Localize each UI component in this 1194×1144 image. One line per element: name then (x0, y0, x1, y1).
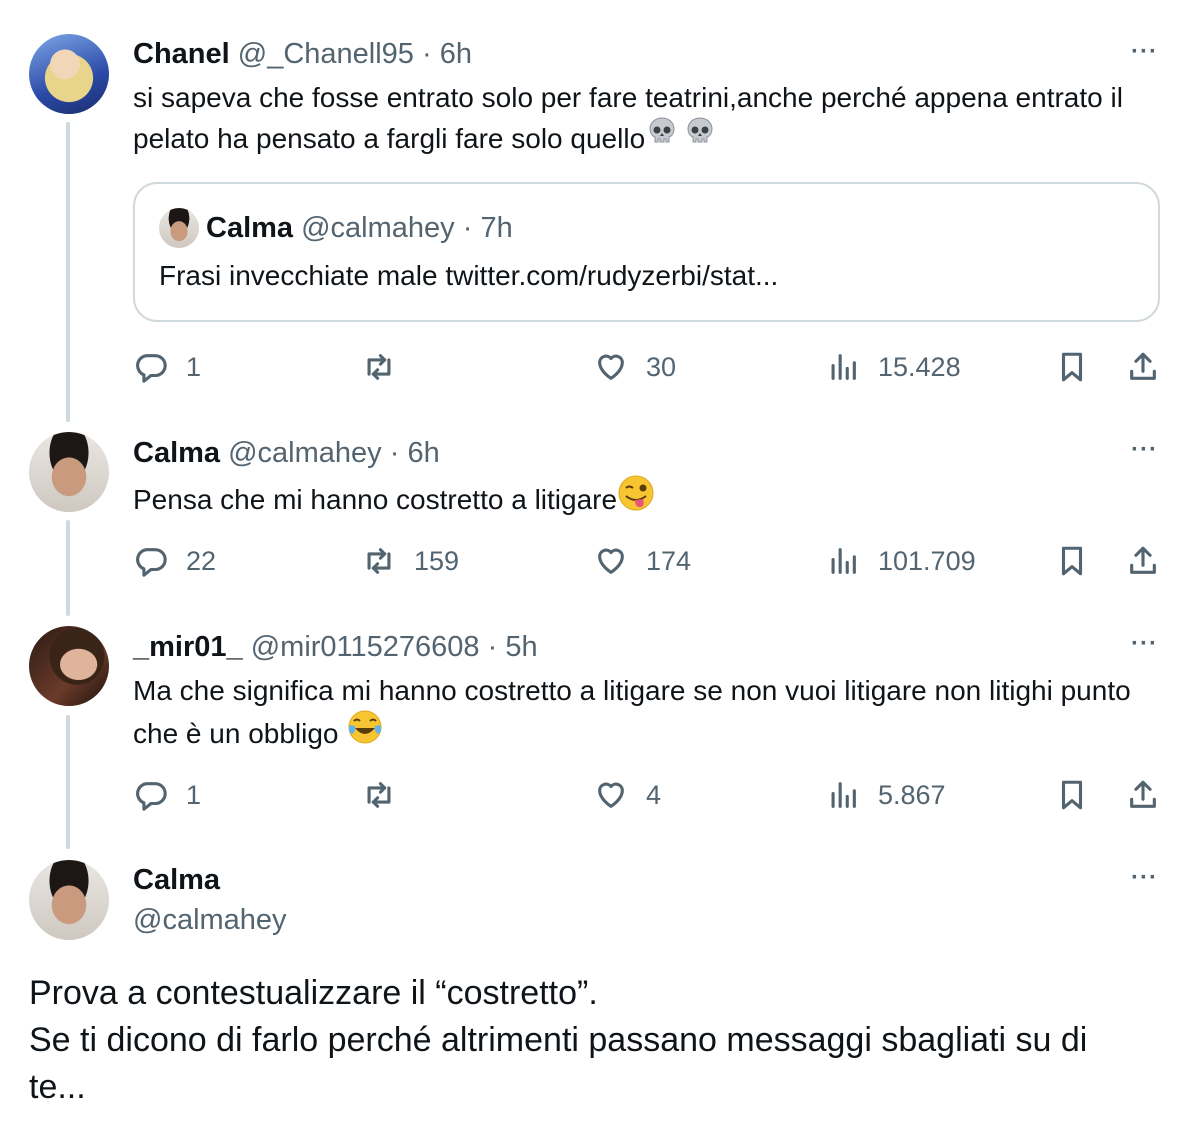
reply-icon (136, 354, 167, 383)
heart-icon (598, 782, 624, 808)
author-handle[interactable]: @_Chanell95 (238, 38, 414, 70)
view-count: 101.709 (878, 545, 976, 576)
reply-count: 22 (186, 545, 217, 576)
avatar[interactable] (29, 432, 109, 512)
share-icon (1130, 352, 1156, 380)
views-icon (831, 354, 856, 380)
more-options-icon[interactable]: ··· (1131, 38, 1158, 66)
heart-icon (598, 548, 624, 574)
share-icon (1130, 546, 1156, 574)
tweet-text: Ma che significa mi hanno costretto a li… (133, 671, 1163, 760)
timestamp[interactable]: · 6h (422, 38, 472, 70)
tweet-header: Calma @calmahey · 6h (133, 435, 440, 471)
tweet-text: Prova a contestualizzare il “costretto”.… (29, 970, 1139, 1111)
reply-button[interactable]: 1 (134, 350, 201, 384)
reply-icon (136, 548, 167, 577)
winking-tongue-emoji-icon (617, 474, 655, 523)
like-count: 4 (646, 779, 662, 810)
quoted-avatar (159, 208, 199, 248)
thread-line (66, 122, 70, 422)
tears-of-joy-emoji-icon (346, 708, 384, 757)
tweet-text: si sapeva che fosse entrato solo per far… (133, 78, 1163, 163)
tweet-text-line: Se ti dicono di farlo perché altrimenti … (29, 1021, 1088, 1106)
author-name[interactable]: Calma (133, 862, 220, 898)
retweet-button[interactable] (362, 350, 414, 384)
tweet-header: Chanel @_Chanell95 · 6h (133, 36, 472, 72)
retweet-icon (367, 548, 391, 574)
retweet-count: 159 (414, 545, 460, 576)
heart-icon (598, 354, 624, 380)
share-button[interactable] (1126, 544, 1160, 578)
author-name[interactable]: Calma (133, 437, 220, 469)
thread-line (66, 715, 70, 849)
more-options-icon[interactable]: ··· (1131, 630, 1158, 658)
reply-count: 1 (186, 351, 202, 382)
author-handle[interactable]: @mir0115276608 (251, 631, 480, 663)
retweet-icon (367, 354, 391, 380)
timestamp[interactable]: · 6h (390, 437, 440, 469)
reply-icon (136, 782, 167, 811)
bookmark-button[interactable] (1055, 350, 1089, 384)
avatar[interactable] (29, 860, 109, 940)
avatar[interactable] (29, 34, 109, 114)
reply-button[interactable]: 1 (134, 778, 201, 812)
views-button[interactable]: 101.709 (826, 544, 976, 578)
skull-emoji-icon (683, 115, 717, 160)
retweet-icon (367, 782, 391, 808)
views-button[interactable]: 15.428 (826, 350, 961, 384)
view-count: 5.867 (878, 779, 946, 810)
bookmark-icon (1061, 352, 1083, 382)
like-count: 174 (646, 545, 692, 576)
tweet-header: _mir01_ @mir0115276608 · 5h (133, 629, 538, 665)
thread-line (66, 520, 70, 616)
reply-count: 1 (186, 779, 202, 810)
retweet-button[interactable]: 159 (362, 544, 459, 578)
tweet-text-line: Prova a contestualizzare il “costretto”. (29, 974, 598, 1012)
quoted-text: Frasi invecchiate male twitter.com/rudyz… (159, 260, 779, 291)
quoted-timestamp: · 7h (462, 212, 513, 244)
like-button[interactable]: 174 (594, 544, 691, 578)
like-count: 30 (646, 351, 677, 382)
share-button[interactable] (1126, 350, 1160, 384)
quoted-author-handle: @calmahey (301, 212, 455, 244)
bookmark-icon (1061, 546, 1083, 576)
like-button[interactable]: 4 (594, 778, 661, 812)
avatar[interactable] (29, 626, 109, 706)
quoted-tweet[interactable] (133, 182, 1160, 322)
timestamp[interactable]: · 5h (488, 631, 538, 663)
quoted-header: Calma @calmahey · 7h (206, 210, 513, 246)
share-icon (1130, 780, 1156, 808)
bookmark-button[interactable] (1055, 778, 1089, 812)
more-options-icon[interactable]: ··· (1131, 864, 1158, 892)
bookmark-button[interactable] (1055, 544, 1089, 578)
quoted-author-name: Calma (206, 212, 294, 244)
more-options-icon[interactable]: ··· (1131, 436, 1158, 464)
tweet-text: Pensa che mi hanno costretto a litigare (133, 474, 1163, 526)
skull-emoji-icon (645, 115, 679, 160)
views-icon (831, 782, 856, 808)
author-handle[interactable]: @calmahey (133, 902, 287, 938)
like-button[interactable]: 30 (594, 350, 676, 384)
views-icon (831, 548, 856, 574)
author-name[interactable]: _mir01_ (133, 631, 243, 663)
author-handle[interactable]: @calmahey (228, 437, 382, 469)
view-count: 15.428 (878, 351, 961, 382)
retweet-button[interactable] (362, 778, 414, 812)
author-name[interactable]: Chanel (133, 38, 230, 70)
reply-button[interactable]: 22 (134, 544, 216, 578)
share-button[interactable] (1126, 778, 1160, 812)
bookmark-icon (1061, 780, 1083, 810)
views-button[interactable]: 5.867 (826, 778, 946, 812)
